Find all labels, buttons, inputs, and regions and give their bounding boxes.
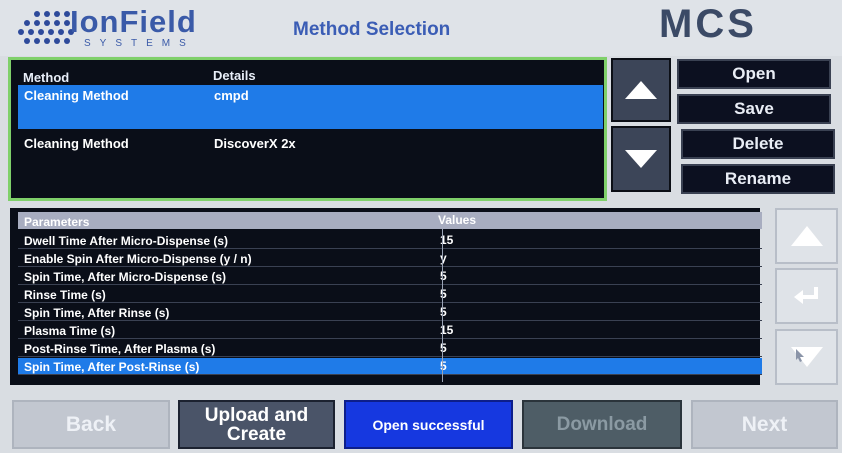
- upload-label-line1: Upload and: [204, 404, 309, 426]
- parameters-header-row: Parameters Values: [18, 212, 762, 229]
- parameter-name: Rinse Time (s): [24, 288, 106, 302]
- method-row[interactable]: Cleaning Method DiscoverX 2x: [18, 133, 603, 177]
- parameter-name: Dwell Time After Micro-Dispense (s): [24, 234, 229, 248]
- method-name: Cleaning Method: [24, 136, 129, 151]
- delete-button[interactable]: Delete: [681, 129, 835, 159]
- back-button[interactable]: Back: [12, 400, 170, 449]
- parameter-row[interactable]: Plasma Time (s) 15: [18, 322, 762, 339]
- status-message: Open successful: [344, 400, 513, 449]
- parameter-value: 5: [440, 269, 447, 283]
- parameter-name: Spin Time, After Post-Rinse (s): [24, 360, 200, 374]
- values-column-header: Values: [438, 213, 477, 227]
- parameter-enter-button[interactable]: [775, 268, 838, 324]
- parameter-row[interactable]: Spin Time, After Post-Rinse (s) 5: [18, 358, 762, 375]
- method-column-header: Method: [23, 70, 70, 85]
- parameter-name: Plasma Time (s): [24, 324, 116, 338]
- method-details: cmpd: [214, 88, 249, 103]
- parameter-value: 5: [440, 287, 447, 301]
- header-bar: IonField SYSTEMS Method Selection MCS: [0, 0, 842, 56]
- logo-wordmark: IonField: [70, 4, 197, 39]
- down-arrow-cursor-icon: [790, 347, 823, 367]
- logo-subtitle: SYSTEMS: [84, 38, 195, 49]
- upload-label-line2: Create: [226, 423, 287, 445]
- open-button[interactable]: Open: [677, 59, 831, 89]
- upload-and-create-button[interactable]: Upload and Create: [178, 400, 335, 449]
- brand-label: MCS: [659, 2, 757, 46]
- method-scroll-down-button[interactable]: [611, 126, 671, 192]
- parameter-name: Spin Time, After Rinse (s): [24, 306, 170, 320]
- parameter-name: Enable Spin After Micro-Dispense (y / n): [24, 252, 252, 266]
- parameters-table: Parameters Values Dwell Time After Micro…: [10, 208, 762, 385]
- parameter-value: 5: [440, 341, 447, 355]
- down-arrow-icon: [625, 150, 657, 168]
- download-button[interactable]: Download: [522, 400, 682, 449]
- method-details: DiscoverX 2x: [214, 136, 296, 151]
- parameter-row[interactable]: Spin Time, After Rinse (s) 5: [18, 304, 762, 321]
- method-scroll-up-button[interactable]: [611, 58, 671, 122]
- parameter-down-button[interactable]: [775, 329, 838, 385]
- method-row[interactable]: Cleaning Method cmpd: [18, 85, 603, 129]
- parameters-column-header: Parameters: [24, 215, 90, 229]
- rename-button[interactable]: Rename: [681, 164, 835, 194]
- save-button[interactable]: Save: [677, 94, 831, 124]
- parameter-up-button[interactable]: [775, 208, 838, 264]
- column-divider: [442, 229, 443, 382]
- parameter-value: 5: [440, 305, 447, 319]
- up-arrow-icon: [790, 226, 823, 246]
- details-column-header: Details: [213, 68, 256, 83]
- enter-icon: [793, 287, 818, 304]
- parameter-row[interactable]: Rinse Time (s) 5: [18, 286, 762, 303]
- parameter-row[interactable]: Enable Spin After Micro-Dispense (y / n)…: [18, 250, 762, 267]
- parameter-row[interactable]: Spin Time, After Micro-Dispense (s) 5: [18, 268, 762, 285]
- page-title: Method Selection: [293, 19, 451, 40]
- logo-dots-icon: [18, 11, 74, 49]
- parameter-value: y: [440, 251, 447, 265]
- up-arrow-icon: [625, 81, 657, 99]
- parameter-value: 5: [440, 359, 447, 373]
- parameter-name: Post-Rinse Time, After Plasma (s): [24, 342, 216, 356]
- parameter-row[interactable]: Post-Rinse Time, After Plasma (s) 5: [18, 340, 762, 357]
- next-button[interactable]: Next: [691, 400, 838, 449]
- method-list: Method Details Cleaning Method cmpd Clea…: [8, 57, 607, 201]
- parameter-name: Spin Time, After Micro-Dispense (s): [24, 270, 227, 284]
- method-name: Cleaning Method: [24, 88, 129, 103]
- parameter-row[interactable]: Dwell Time After Micro-Dispense (s) 15: [18, 232, 762, 249]
